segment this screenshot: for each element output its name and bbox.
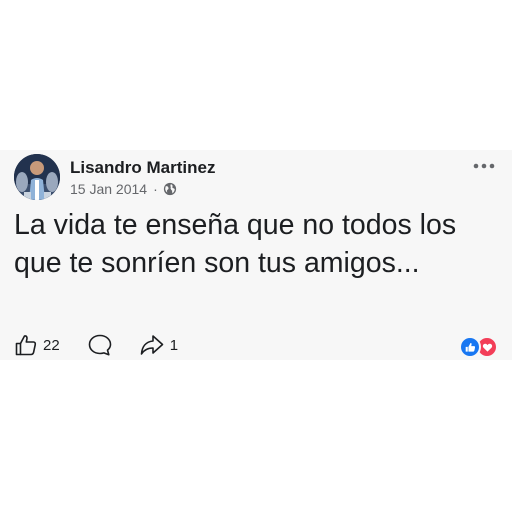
thumbs-up-icon: [15, 335, 37, 356]
more-options-button[interactable]: [470, 156, 498, 176]
post-text: La vida te enseña que no todos los que t…: [14, 209, 457, 279]
comment-button[interactable]: [87, 333, 113, 357]
like-icon: [459, 336, 481, 358]
share-count: 1: [169, 336, 179, 354]
like-button[interactable]: 22: [14, 333, 60, 357]
meta-separator: ·: [153, 181, 158, 197]
globe-icon: [163, 182, 176, 196]
comment-icon: [88, 334, 111, 356]
author-avatar[interactable]: [14, 154, 60, 200]
share-button[interactable]: 1: [139, 333, 178, 357]
like-count: 22: [43, 336, 60, 354]
action-bar: 22 1: [14, 333, 178, 357]
more-options-icon: [473, 163, 495, 169]
avatar-photo: [14, 154, 60, 200]
author-name[interactable]: Lisandro Martinez: [70, 158, 215, 178]
post-card: Lisandro Martinez 15 Jan 2014 · La vida …: [0, 150, 512, 360]
post-meta: 15 Jan 2014 ·: [70, 181, 177, 197]
reactions-summary[interactable]: [459, 336, 498, 358]
share-icon: [140, 335, 163, 355]
post-date[interactable]: 15 Jan 2014: [70, 181, 147, 197]
